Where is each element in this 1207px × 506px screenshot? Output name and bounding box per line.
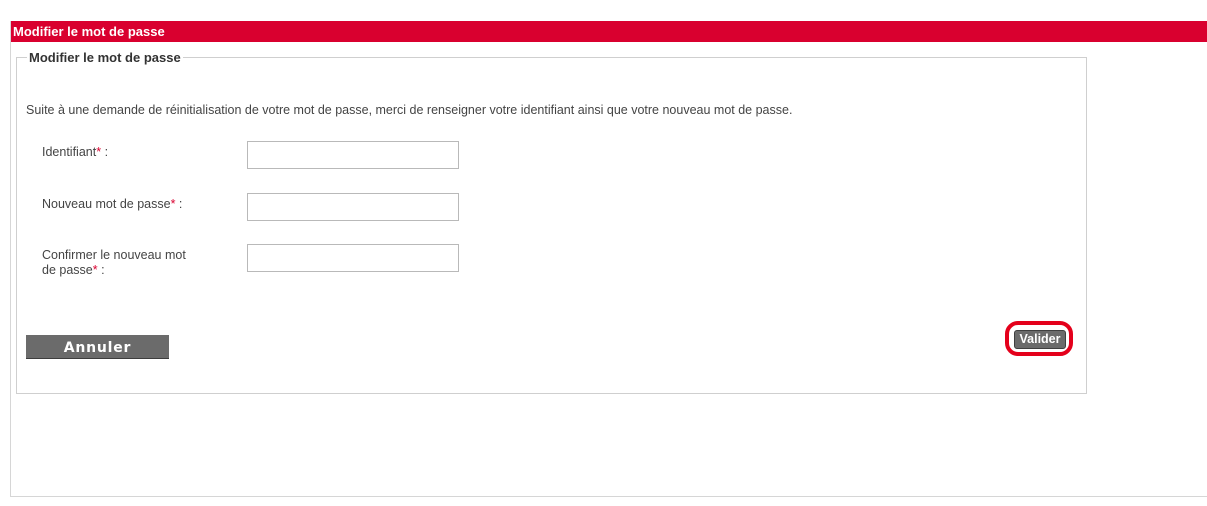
- validate-button[interactable]: Valider: [1014, 330, 1066, 349]
- confirm-password-label: Confirmer le nouveau mot de passe* :: [42, 248, 232, 278]
- password-fieldset: Modifier le mot de passe Suite à une dem…: [16, 50, 1087, 394]
- new-password-label: Nouveau mot de passe* :: [42, 197, 232, 212]
- label-colon: :: [175, 197, 183, 211]
- confirm-password-input[interactable]: [247, 244, 459, 272]
- identifier-label-text: Identifiant: [42, 145, 97, 159]
- confirm-password-label-line1: Confirmer le nouveau mot: [42, 248, 186, 262]
- validate-button-highlight: Valider: [1005, 321, 1073, 356]
- intro-text: Suite à une demande de réinitialisation …: [26, 103, 793, 117]
- panel-title: Modifier le mot de passe: [13, 24, 165, 39]
- cancel-button[interactable]: Annuler: [26, 335, 169, 359]
- page: Modifier le mot de passe Modifier le mot…: [0, 0, 1207, 506]
- label-colon: :: [97, 263, 105, 277]
- fieldset-legend: Modifier le mot de passe: [29, 50, 181, 65]
- confirm-password-label-line2: de passe: [42, 263, 93, 277]
- panel-header: Modifier le mot de passe: [11, 21, 1207, 42]
- label-colon: :: [101, 145, 109, 159]
- identifier-input[interactable]: [247, 141, 459, 169]
- new-password-label-text: Nouveau mot de passe: [42, 197, 171, 211]
- new-password-input[interactable]: [247, 193, 459, 221]
- identifier-label: Identifiant* :: [42, 145, 232, 160]
